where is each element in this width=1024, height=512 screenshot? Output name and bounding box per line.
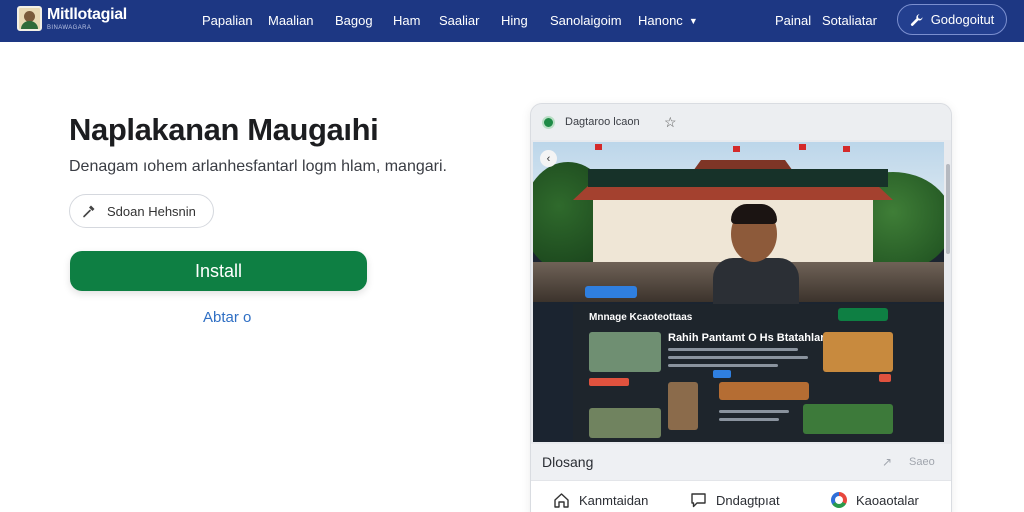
chevron-down-icon: ▼ [688,16,698,26]
screen-panel-title: Mnnage Kcaoteottaas [589,312,693,323]
preview-tab-bar: Dagtaroo lcaon ☆ [531,104,951,140]
brand[interactable]: Mitllotagial BINAWAGARA [17,6,127,31]
back-arrow-icon[interactable]: ‹ [540,150,557,167]
preview-screenshot: ‹ Mnnage Kcaoteottaas Rahih Pantamt O Hs… [533,142,944,442]
preview-footer-note: Saeo [909,456,935,468]
nav-dropdown-label: Hanonc [638,13,683,28]
screen-thumbnail [589,408,661,438]
preview-tab-label[interactable]: Dagtaroo lcaon [565,116,640,128]
login-button-label: Godogoitut [930,12,995,27]
preview-nav-label: Kanmtaidan [579,493,649,508]
nav-link-6[interactable]: Hing [501,13,528,28]
screen-badge [585,286,637,298]
screen-thumbnail [589,332,661,372]
nav-link-7[interactable]: Sanolaigoim [550,13,622,28]
brand-subtitle: BINAWAGARA [47,24,92,31]
screen-thumbnail [719,382,809,400]
scene-flag [595,144,602,150]
screen-tag [589,378,629,386]
nav-dropdown[interactable]: Hanonc ▼ [638,13,698,28]
main-content: Naplakanan Maugaıhi Denagam ıohem arlanh… [0,42,1024,512]
preview-nav-label: Kaoaotalar [856,492,919,508]
install-button[interactable]: Install [70,251,367,291]
nav-link-5[interactable]: Saaliar [439,13,479,28]
tab-favicon-icon [542,116,555,129]
scene-signboard [588,169,888,187]
screen-text-line [668,348,798,351]
scene-flag [799,144,806,150]
preview-nav-label: Dndagtpıat [716,493,780,508]
brand-name: Mitllotagial [47,5,127,23]
screen-thumbnail [823,332,893,372]
screen-text-line [719,418,779,421]
preview-scrollbar[interactable] [946,164,950,254]
nav-link-3[interactable]: Bagog [335,13,373,28]
presenter-hair [731,204,777,224]
presenter-body [713,258,799,308]
screen-text-line [668,364,778,367]
scene-flag [843,146,850,152]
top-navbar: Mitllotagial BINAWAGARA Papalian Maalian… [0,0,1024,42]
screen-text-line [668,356,808,359]
page-title: Naplakanan Maugaıhi [69,112,379,147]
preview-nav-item-chat[interactable]: Dndagtpıat [690,492,780,509]
brand-text: Mitllotagial BINAWAGARA [47,5,127,31]
screen-thumbnail [668,382,698,430]
screen-panel-heading: Rahih Pantamt O Hs Btatahlar [668,332,825,344]
secondary-button-label: Sdoan Hehsnin [107,203,196,219]
screen-tag [713,370,731,378]
page-subtitle: Denagam ıohem arlanhesfantarl logm hlam,… [69,158,447,175]
nav-link-2[interactable]: Maalian [268,13,314,28]
screen-thumbnail [803,404,893,434]
scene-presenter [713,204,799,308]
app-preview-window: Dagtaroo lcaon ☆ ‹ Mnnage Kcaoteottaas R… [530,103,952,512]
hammer-icon [83,205,95,218]
chrome-icon [831,492,847,508]
scene-flag [733,146,740,152]
nav-link-4[interactable]: Ham [393,13,420,28]
nav-link-1[interactable]: Papalian [202,13,253,28]
nav-right-link-2[interactable]: Sotaliatar [822,13,877,28]
home-icon [554,493,569,508]
preview-nav-item-browser[interactable]: Kaoaotalar [831,492,919,508]
chat-icon [691,493,706,508]
star-icon[interactable]: ☆ [664,114,677,131]
login-button[interactable]: Godogoitut [897,4,1007,35]
wrench-icon [910,13,923,26]
secondary-button[interactable]: Sdoan Hehsnin [69,194,214,228]
about-link[interactable]: Abtar o [203,309,251,326]
screen-tag [879,374,891,382]
arrow-icon: ↗ [882,455,893,469]
preview-nav-item-home[interactable]: Kanmtaidan [553,492,648,509]
nav-right-link-1[interactable]: Painal [775,13,811,28]
screen-panel-button [838,308,888,321]
brand-logo-icon [17,6,42,31]
preview-footer-label: Dlosang [542,454,594,470]
screen-text-line [719,410,789,413]
